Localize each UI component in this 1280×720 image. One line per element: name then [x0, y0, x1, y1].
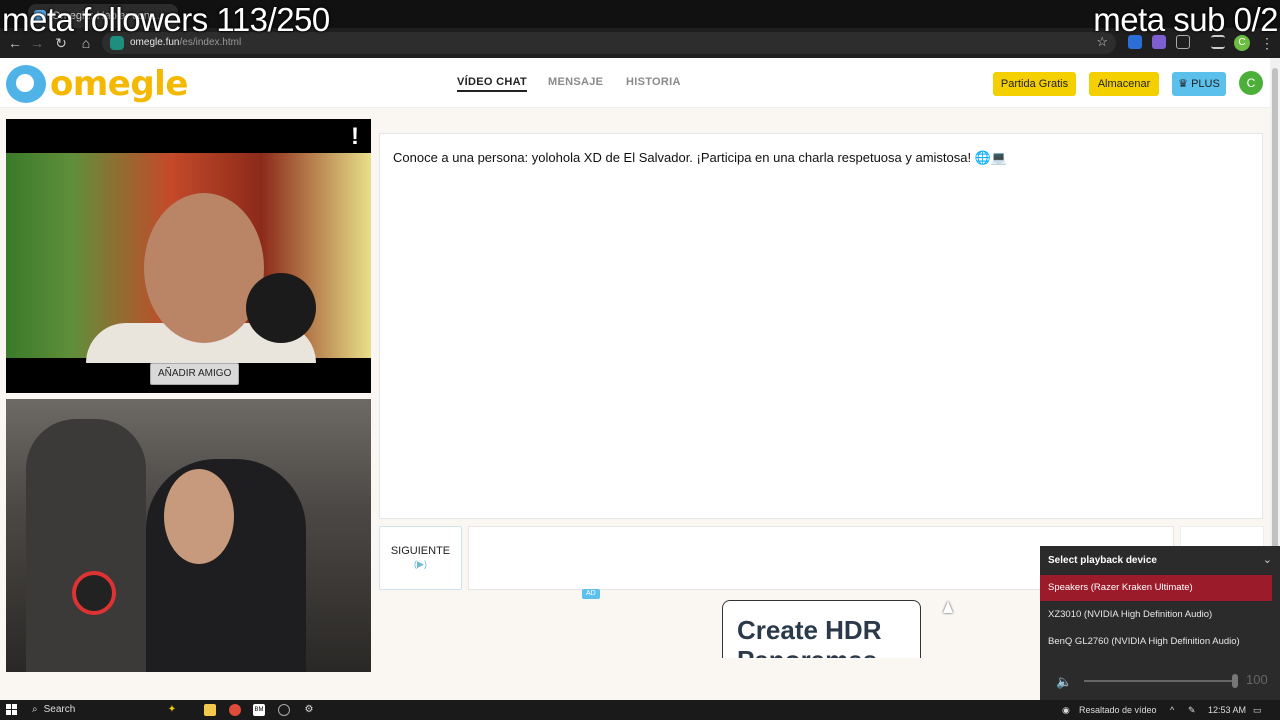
speaker-icon[interactable]: 🔈 [1056, 674, 1072, 690]
video-face [144, 193, 264, 343]
file-explorer-icon[interactable] [204, 704, 216, 716]
stranger-video-frame [6, 153, 371, 363]
sparkle-icon[interactable]: ✦ [166, 704, 178, 716]
volume-slider-thumb[interactable] [1232, 674, 1238, 688]
headset-shape [72, 571, 116, 615]
video-figure [26, 419, 146, 672]
pen-icon[interactable]: ✎ [1188, 700, 1196, 720]
self-video [6, 399, 371, 672]
report-alert-icon[interactable]: ! [351, 123, 359, 151]
chevron-down-icon[interactable]: ⌄ [1263, 553, 1272, 566]
windows-start-icon[interactable] [6, 704, 17, 715]
device-option[interactable]: Speakers (Razer Kraken Ultimate) [1040, 575, 1272, 601]
next-button-label: SIGUIENTE [390, 545, 451, 557]
nav-video-chat[interactable]: VÍDEO CHAT [457, 76, 528, 92]
logo-bubble-icon [6, 65, 46, 103]
self-video-frame [6, 399, 371, 672]
logo-text: omegle [50, 64, 188, 104]
system-message: Conoce a una persona: yolohola XD de El … [393, 150, 1008, 165]
store-button[interactable]: Almacenar [1089, 72, 1159, 96]
site-logo[interactable]: omegle [6, 64, 188, 104]
user-avatar[interactable]: C [1239, 71, 1263, 95]
next-button[interactable]: SIGUIENTE (▶) [379, 526, 462, 590]
microphone-shape [246, 273, 316, 343]
mouse-cursor-icon [943, 601, 953, 613]
volume-slider[interactable] [1084, 680, 1234, 682]
chrome-icon[interactable] [229, 704, 241, 716]
obs-icon[interactable] [278, 704, 290, 716]
settings-gear-icon[interactable]: ⚙ [303, 704, 315, 716]
device-option[interactable]: BenQ GL2760 (NVIDIA High Definition Audi… [1040, 629, 1272, 655]
device-option[interactable]: XZ3010 (NVIDIA High Definition Audio) [1040, 602, 1272, 628]
ad-banner[interactable]: Create HDR Panoramas [722, 600, 921, 658]
crown-icon: ♛ [1178, 78, 1192, 90]
tray-label[interactable]: Resaltado de vídeo [1079, 700, 1157, 720]
search-icon: ⌕ [32, 704, 38, 715]
next-button-hint: (▶) [414, 559, 427, 569]
site-header: omegle VÍDEO CHAT MENSAJE HISTORIA Parti… [0, 58, 1270, 108]
ad-badge: AD [582, 589, 600, 599]
video-highlight-icon[interactable]: ◉ [1062, 700, 1070, 720]
taskbar-search[interactable]: ⌕ Search [28, 702, 188, 718]
bm-app-icon[interactable]: BM [253, 704, 265, 716]
ad-headline: Create HDR Panoramas [737, 615, 882, 658]
stream-overlay-followers: meta followers 113/250 [2, 1, 330, 38]
plus-button[interactable]: ♛ PLUS [1172, 72, 1226, 96]
plus-label: PLUS [1191, 78, 1220, 90]
nav-history[interactable]: HISTORIA [626, 76, 681, 88]
nav-message[interactable]: MENSAJE [548, 76, 603, 88]
taskbar-search-label: Search [43, 704, 76, 715]
stranger-video: ! AÑADIR AMIGO [6, 119, 371, 393]
video-face [164, 469, 234, 564]
volume-value: 100 [1246, 672, 1268, 687]
notification-icon[interactable]: ▭ [1253, 700, 1262, 720]
add-friend-button[interactable]: AÑADIR AMIGO [150, 363, 240, 385]
free-match-button[interactable]: Partida Gratis [993, 72, 1076, 96]
clock[interactable]: 12:53 AM [1208, 700, 1246, 720]
taskbar: ⌕ Search ✦ BM ⚙ ◉ Resaltado de vídeo ^ ✎ … [0, 700, 1280, 720]
chat-log: Conoce a una persona: yolohola XD de El … [379, 133, 1263, 519]
playback-device-flyout: Select playback device ⌄ Speakers (Razer… [1040, 546, 1280, 700]
flyout-title: Select playback device [1048, 555, 1157, 566]
stream-overlay-subs: meta sub 0/2 [1093, 1, 1278, 38]
tray-chevron-up-icon[interactable]: ^ [1170, 700, 1174, 720]
